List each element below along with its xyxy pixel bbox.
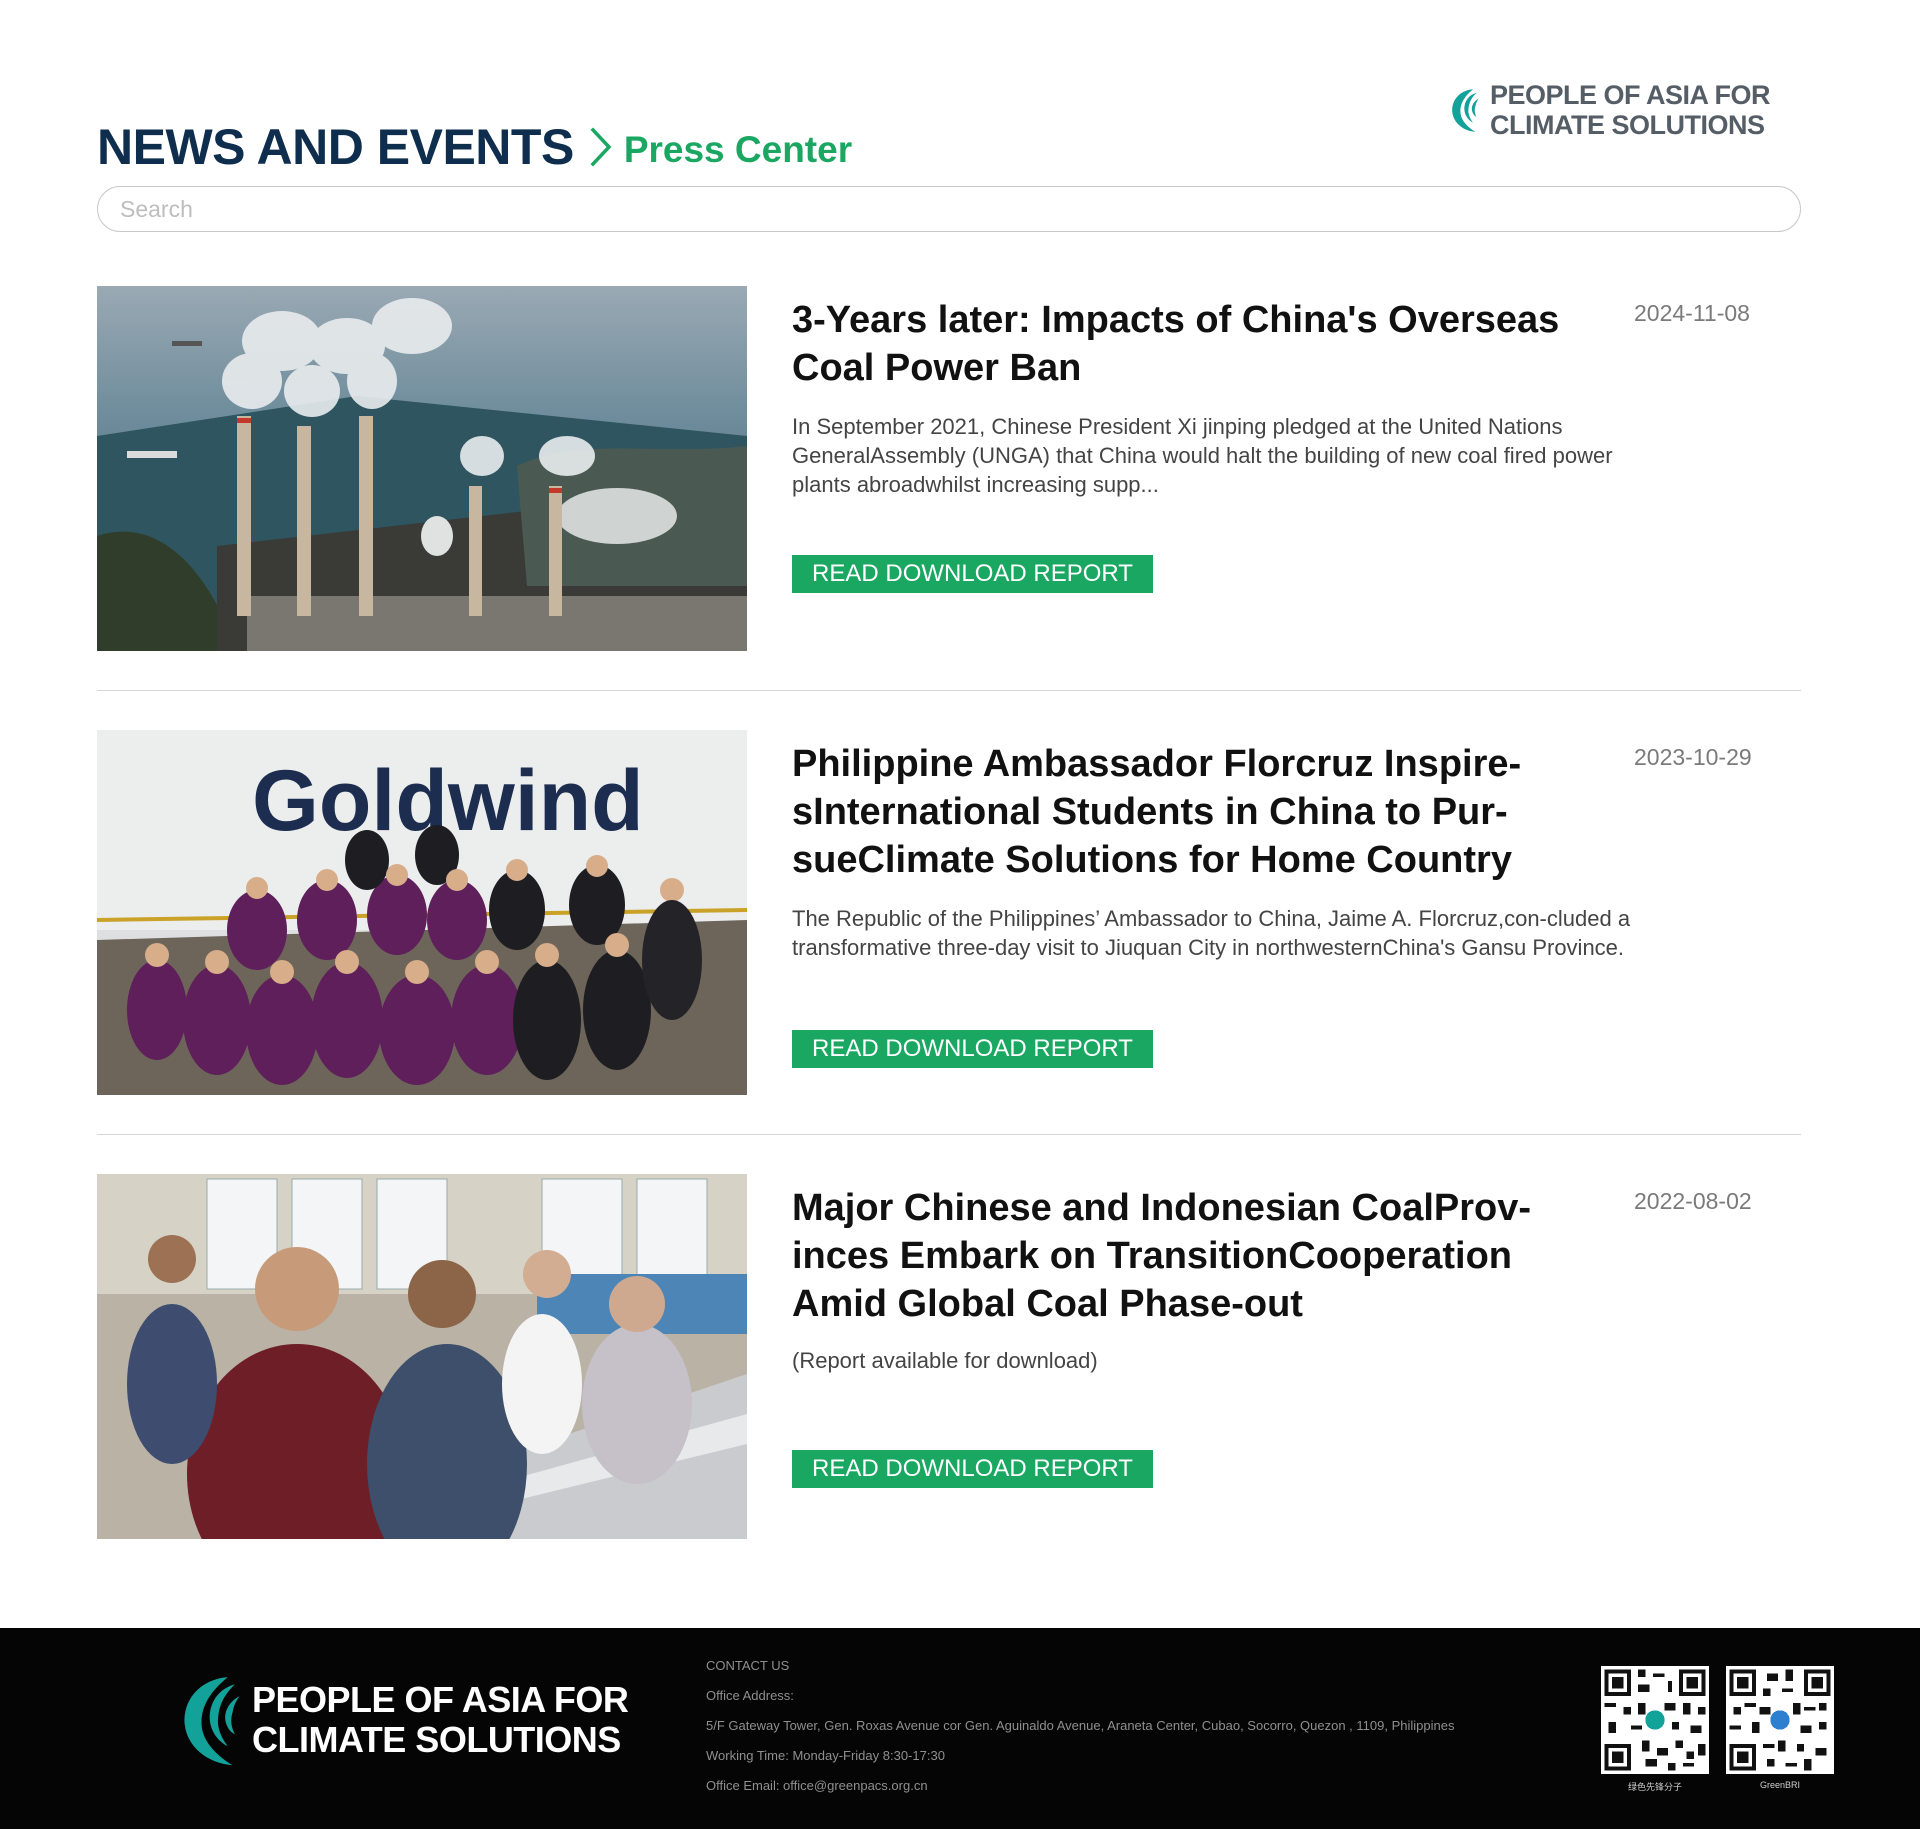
page-title[interactable]: NEWS AND EVENTS [97,118,574,176]
qr-code-icon [1601,1666,1709,1774]
article-title[interactable]: Major Chinese and Indonesian CoalProv-in… [792,1184,1612,1328]
article-title[interactable]: 3-Years later: Impacts of China's Overse… [792,296,1612,392]
article-summary: In September 2021, Chinese President Xi … [792,414,1613,497]
brand-logo[interactable]: PEOPLE OF ASIA FOR CLIMATE SOLUTIONS [1450,70,1771,150]
qr-code-icon [1726,1666,1834,1774]
article-thumbnail[interactable]: Goldwind [97,730,747,1095]
article-date: 2024-11-08 [1634,300,1750,326]
working-time: Working Time: Monday-Friday 8:30-17:30 [706,1748,945,1763]
address-label: Office Address: [706,1688,794,1703]
brand-name-line2: CLIMATE SOLUTIONS [252,1719,621,1760]
article-item: 3-Years later: Impacts of China's Overse… [97,286,1801,651]
footer-brand-name: PEOPLE OF ASIA FOR CLIMATE SOLUTIONS [252,1679,629,1760]
article-title[interactable]: Philippine Ambassador Florcruz Inspire-s… [792,740,1612,884]
page-subtitle[interactable]: Press Center [624,129,852,171]
divider [97,1134,1801,1135]
qr-caption: GreenBRI [1759,1780,1801,1790]
read-download-report-button[interactable]: READ DOWNLOAD REPORT [792,1030,1153,1068]
brand-name-line2: CLIMATE SOLUTIONS [1489,110,1765,140]
footer-brand-logo[interactable]: PEOPLE OF ASIA FOR CLIMATE SOLUTIONS [180,1672,629,1768]
brand-name-line1: PEOPLE OF ASIA FOR [1489,80,1771,110]
contact-heading: CONTACT US [706,1658,790,1673]
office-email[interactable]: Office Email: office@greenpacs.org.cn [706,1778,1454,1808]
wave-logo-icon [1452,89,1479,132]
breadcrumb: NEWS AND EVENTS Press Center [97,118,852,176]
address-text: 5/F Gateway Tower, Gen. Roxas Avenue cor… [706,1718,1455,1733]
coal-power-plant-photo [97,286,747,651]
brand-name-line1: PEOPLE OF ASIA FOR [252,1679,629,1720]
read-download-report-button[interactable]: READ DOWNLOAD REPORT [792,1450,1153,1488]
contact-info: CONTACT US Office Address: 5/F Gateway T… [706,1658,1454,1808]
footer: PEOPLE OF ASIA FOR CLIMATE SOLUTIONS CON… [0,1628,1920,1829]
delegation-visit-photo [97,1174,747,1539]
wave-logo-icon [184,1677,240,1766]
brand-name: PEOPLE OF ASIA FOR CLIMATE SOLUTIONS [1489,80,1771,140]
article-summary: The Republic of the Philippines’ Ambassa… [792,906,1631,960]
article-thumbnail[interactable] [97,1174,747,1539]
divider [97,690,1801,691]
chevron-right-icon [590,127,612,167]
search-input[interactable] [97,186,1801,232]
read-download-report-button[interactable]: READ DOWNLOAD REPORT [792,555,1153,593]
group-photo-goldwind: Goldwind [97,730,747,1095]
article-date: 2022-08-02 [1634,1188,1752,1214]
article-date: 2023-10-29 [1634,744,1752,770]
article-summary: (Report available for download) [792,1348,1098,1373]
qr-caption: 绿色先锋分子 [1627,1782,1682,1792]
article-item: Goldwind Philippine Ambassador Florcruz … [97,730,1801,1095]
article-thumbnail[interactable] [97,286,747,651]
article-item: Major Chinese and Indonesian CoalProv-in… [97,1174,1801,1539]
